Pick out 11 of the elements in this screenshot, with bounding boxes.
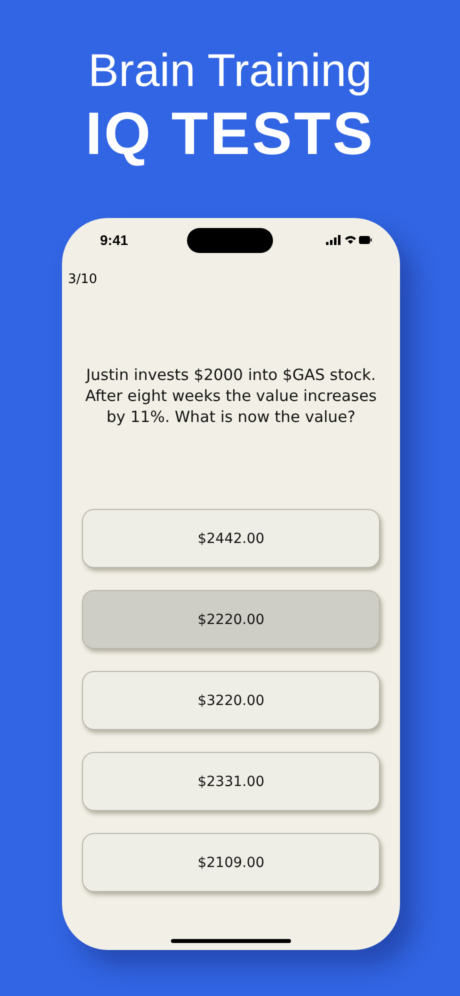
headline: Brain Training (88, 43, 372, 98)
answer-button[interactable]: $2109.00 (82, 833, 380, 892)
status-time: 9:41 (100, 232, 128, 248)
progress-counter: 3/10 (67, 271, 98, 287)
answer-button[interactable]: $2331.00 (82, 752, 380, 811)
headline: IQ TESTS (85, 99, 375, 169)
answer-button[interactable]: $2442.00 (82, 509, 380, 568)
question-text: Justin invests $2000 into $GAS stock. After eight weeks the value increases by 11%. What is now the value? (84, 365, 378, 428)
status-icons (326, 234, 372, 246)
answer-button[interactable]: $3220.00 (82, 671, 380, 730)
answer-button[interactable]: $2220.00 (82, 590, 380, 649)
